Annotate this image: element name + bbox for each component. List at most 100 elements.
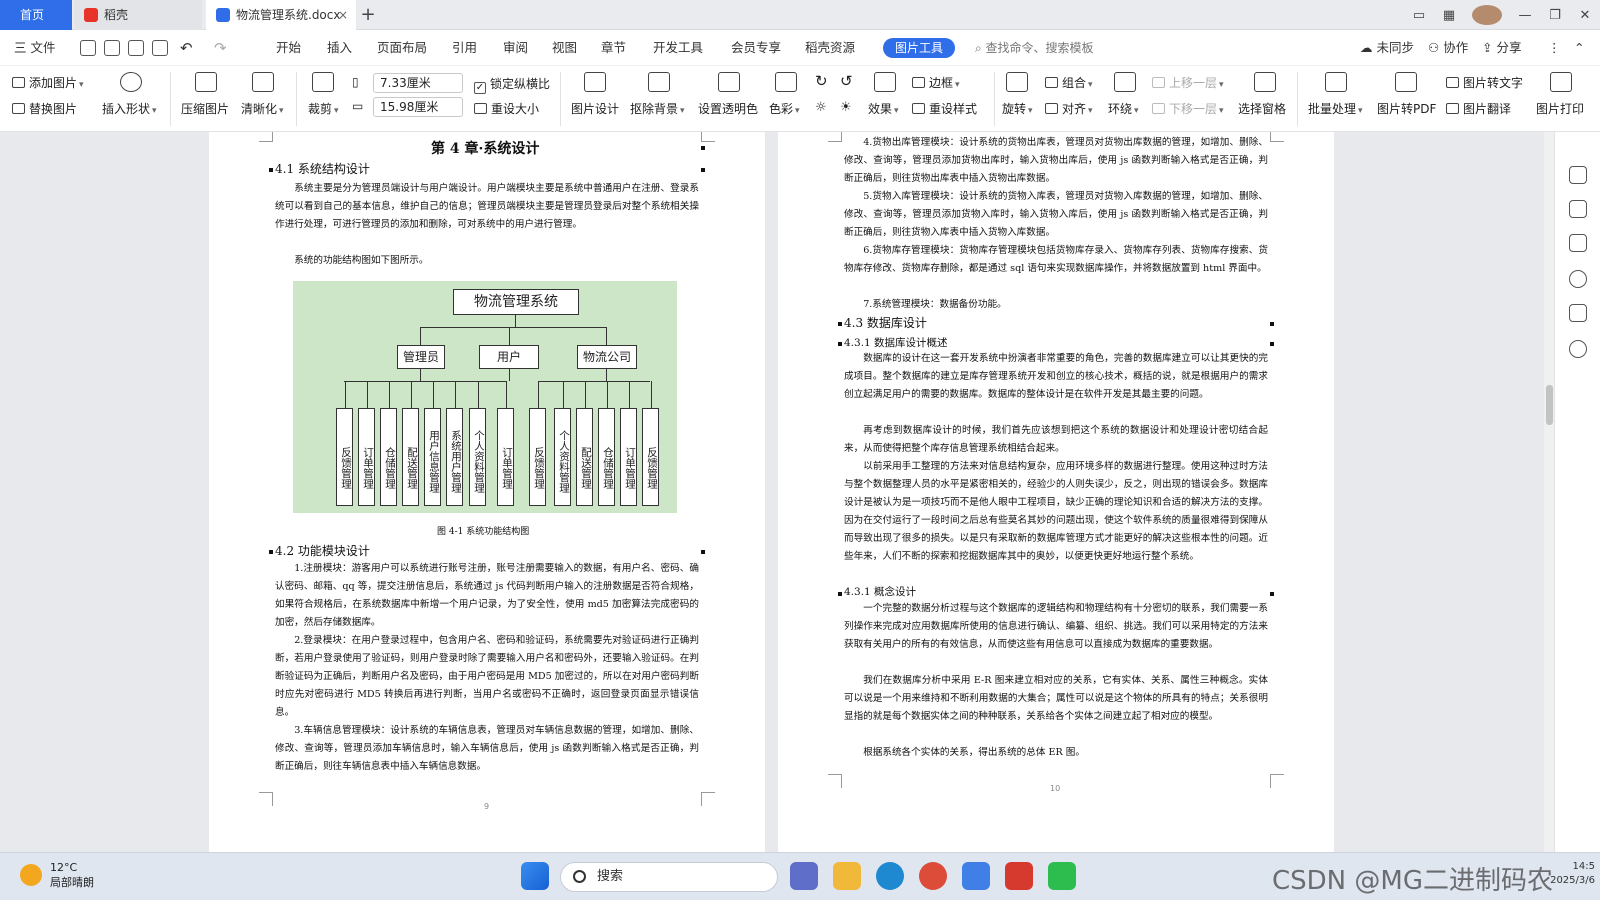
undo-icon[interactable]: ↶ [180,30,193,66]
scrollbar-thumb[interactable] [1546,385,1553,425]
function-structure-diagram[interactable]: 物流管理系统 管理员 用户 物流公司 反馈管理 订单管理 仓储管理 配送管理 用… [293,281,677,513]
tab-document[interactable]: 物流管理系统.docx × [206,0,356,30]
add-image-button[interactable]: 添加图片 ▾ [12,74,84,91]
brightness-icon[interactable]: ☼ [815,100,827,115]
replace-image-button[interactable]: 替换图片 [12,100,77,117]
image-design-button[interactable]: 图片设计 [571,100,619,117]
reset-size-button[interactable]: 重设大小 [474,100,539,117]
weather-sun-icon [20,864,42,886]
pen-icon[interactable] [1569,166,1587,184]
set-transparent-button[interactable]: 设置透明色 [698,100,758,117]
tab-home[interactable]: 首页 [0,0,72,30]
reset-style-button[interactable]: 重设样式 [912,100,977,117]
width-input[interactable]: 7.33厘米 [373,73,463,93]
apps-grid-icon[interactable]: ▦ [1434,8,1464,23]
border-button[interactable]: 边框 ▾ [912,74,960,91]
print-icon[interactable] [128,40,144,56]
align-button[interactable]: 对齐 ▾ [1045,100,1093,117]
minimize-button[interactable]: — [1510,8,1540,23]
sharpen-button[interactable]: 清晰化 ▾ [241,100,284,117]
export-icon[interactable] [104,40,120,56]
location-icon[interactable] [1569,340,1587,358]
contrast-icon[interactable]: ☀ [840,100,852,115]
share-label: 分享 [1496,40,1522,55]
group-button[interactable]: 组合 ▾ [1045,74,1093,91]
menu-developer[interactable]: 开发工具 [653,30,703,66]
avatar[interactable] [1472,5,1502,25]
bring-forward-button[interactable]: 上移一层 ▾ [1152,74,1224,91]
menu-docer[interactable]: 稻壳资源 [805,30,855,66]
diagram-leaf: 订单管理 [620,408,637,506]
adjust-icon[interactable] [1569,234,1587,252]
to-text-button[interactable]: 图片转文字 [1446,74,1523,91]
chrome-icon[interactable] [919,862,947,890]
share-button[interactable]: ⇪ 分享 [1482,30,1521,66]
lock-ratio-checkbox[interactable]: ✓ 锁定纵横比 [474,75,550,94]
color-button[interactable]: 色彩 ▾ [769,100,800,117]
file-menu[interactable]: 三 文件 [14,30,55,66]
tab-docer[interactable]: 稻壳 [74,0,202,30]
taskbar-search[interactable]: 搜索 [560,862,778,892]
compress-button[interactable]: 压缩图片 [181,100,229,117]
menu-view[interactable]: 视图 [552,30,577,66]
collapse-ribbon-icon[interactable]: ⌃ [1574,30,1584,66]
file-explorer-icon[interactable] [833,862,861,890]
maximize-button[interactable]: ❐ [1540,8,1570,23]
wechat-icon[interactable] [1048,862,1076,890]
close-window-button[interactable]: ✕ [1570,8,1600,23]
rotate-left-icon[interactable]: ↻ [815,72,828,90]
print-image-button[interactable]: 图片打印 [1536,100,1584,117]
translate-button[interactable]: 图片翻译 [1446,100,1511,117]
system-clock[interactable]: 14:5 2025/3/6 [1545,860,1595,888]
command-search[interactable]: ⌕ 查找命令、搜索模板 [975,30,1094,66]
menu-start[interactable]: 开始 [276,30,301,66]
send-backward-button[interactable]: 下移一层 ▾ [1152,100,1224,117]
windows-start-icon[interactable] [521,862,549,890]
effects-button[interactable]: 效果 ▾ [868,100,899,117]
to-pdf-button[interactable]: 图片转PDF [1377,100,1436,117]
menu-member[interactable]: 会员专享 [731,30,781,66]
redo-icon[interactable]: ↷ [214,30,227,66]
sync-status[interactable]: ☁ 未同步 [1360,30,1414,66]
menu-review[interactable]: 审阅 [503,30,528,66]
diagram-leaf: 配送管理 [576,408,593,506]
preview-icon[interactable] [152,40,168,56]
command-search-label: 查找命令、搜索模板 [985,41,1094,55]
crop-button[interactable]: 裁剪 ▾ [308,100,339,117]
remove-bg-button[interactable]: 抠除背景 ▾ [630,100,685,117]
cursor-icon[interactable] [1569,200,1587,218]
wps-icon[interactable] [1005,862,1033,890]
layout-icon[interactable]: ▭ [1404,8,1434,23]
menu-insert[interactable]: 插入 [327,30,352,66]
translate-label: 图片翻译 [1463,102,1512,116]
collab-button[interactable]: ⚇ 协作 [1428,30,1468,66]
insert-shape-button[interactable]: 插入形状 ▾ [102,100,157,117]
diagram-connector [629,381,630,408]
crop-icon [312,72,334,92]
batch-button[interactable]: 批量处理 ▾ [1308,100,1363,117]
layer-up-icon [1152,77,1165,88]
tab-picture-tools[interactable]: 图片工具 [883,38,955,58]
edge-icon[interactable] [876,862,904,890]
save-icon[interactable] [80,40,96,56]
diagram-connector [478,381,479,408]
more-icon[interactable]: ⋮ [1548,30,1561,66]
menu-section[interactable]: 章节 [601,30,626,66]
menu-reference[interactable]: 引用 [452,30,477,66]
image-tool-icon[interactable] [1569,304,1587,322]
user-icon: ⚇ [1428,40,1444,55]
send-backward-label: 下移一层 [1169,102,1218,116]
app-icon[interactable] [962,862,990,890]
menu-layout[interactable]: 页面布局 [377,30,427,66]
selection-pane-button[interactable]: 选择窗格 [1238,100,1286,117]
wrap-button[interactable]: 环绕 ▾ [1108,100,1139,117]
vertical-scrollbar[interactable] [1544,132,1554,852]
close-tab-icon[interactable]: × [338,0,348,30]
rotate-right-icon[interactable]: ↺ [840,72,853,90]
help-icon[interactable] [1569,270,1587,288]
weather-widget[interactable]: 12°C 局部晴朗 [20,860,94,890]
new-tab-button[interactable]: + [356,0,380,30]
rotate-button[interactable]: 旋转 ▾ [1002,100,1033,117]
store-icon[interactable] [790,862,818,890]
height-input[interactable]: 15.98厘米 [373,97,463,117]
